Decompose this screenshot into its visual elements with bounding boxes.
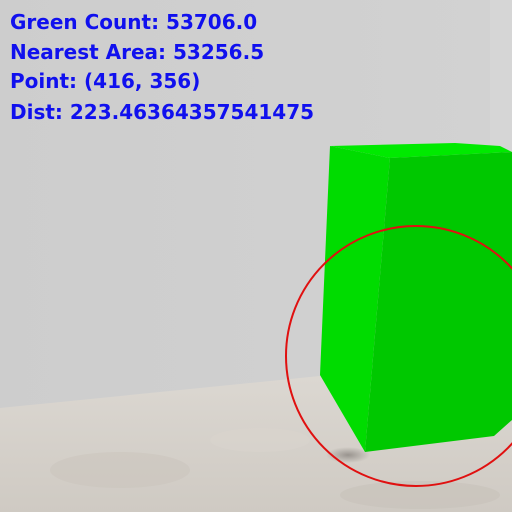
nearest-area-label: Nearest Area: 53256.5	[10, 40, 265, 64]
green-count-label: Green Count: 53706.0	[10, 10, 258, 34]
simulation-viewport: Green Count: 53706.0 Nearest Area: 53256…	[0, 0, 512, 512]
green-box-front-face	[365, 152, 512, 452]
floor-texture	[210, 428, 310, 452]
floor-texture	[50, 452, 190, 488]
distance-label: Dist: 223.46364357541475	[10, 100, 315, 124]
point-label: Point: (416, 356)	[10, 69, 201, 93]
